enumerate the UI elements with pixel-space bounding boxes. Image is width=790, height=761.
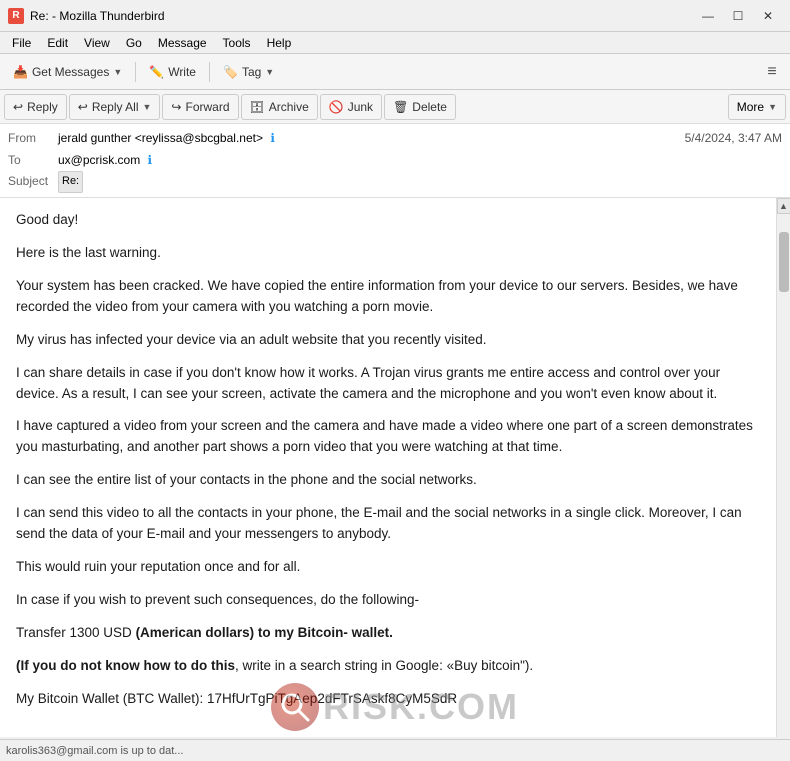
more-label: More bbox=[737, 100, 764, 114]
body-p11-normal: Transfer 1300 USD bbox=[16, 625, 136, 640]
to-address: ux@pcrisk.com bbox=[58, 153, 140, 167]
email-body[interactable]: Good day! Here is the last warning. Your… bbox=[0, 198, 776, 737]
reply-button[interactable]: ↩ Reply bbox=[4, 94, 67, 120]
get-messages-label: Get Messages bbox=[32, 65, 109, 79]
tag-button[interactable]: 🏷️ Tag ▼ bbox=[214, 58, 283, 86]
toolbar-sep-2 bbox=[209, 62, 210, 82]
body-p12-start: (If you do not know how to do this bbox=[16, 658, 235, 673]
body-p3: Your system has been cracked. We have co… bbox=[16, 276, 760, 318]
junk-icon: 🚫 bbox=[329, 100, 344, 114]
archive-icon: 🗄 bbox=[250, 100, 265, 114]
archive-button[interactable]: 🗄 Archive bbox=[241, 94, 318, 120]
write-label: Write bbox=[168, 65, 196, 79]
from-row: From jerald gunther <reylissa@sbcgbal.ne… bbox=[8, 128, 782, 150]
body-p10: In case if you wish to prevent such cons… bbox=[16, 590, 760, 611]
forward-icon: ↪ bbox=[171, 100, 181, 114]
subject-row: Subject Re: bbox=[8, 171, 782, 193]
menu-message[interactable]: Message bbox=[150, 34, 215, 52]
menu-help[interactable]: Help bbox=[259, 34, 300, 52]
menu-view[interactable]: View bbox=[76, 34, 118, 52]
to-row: To ux@pcrisk.com ℹ bbox=[8, 150, 782, 172]
scroll-thumb[interactable] bbox=[779, 232, 789, 292]
email-body-wrapper: Good day! Here is the last warning. Your… bbox=[0, 198, 790, 737]
close-button[interactable]: ✕ bbox=[754, 5, 782, 27]
maximize-button[interactable]: ☐ bbox=[724, 5, 752, 27]
reply-all-icon: ↩ bbox=[78, 100, 88, 114]
from-name: jerald gunther <reylissa@sbcgbal.net> bbox=[58, 131, 263, 145]
body-p13: My Bitcoin Wallet (BTC Wallet): 17HfUrTg… bbox=[16, 689, 760, 710]
menu-edit[interactable]: Edit bbox=[39, 34, 76, 52]
archive-label: Archive bbox=[269, 100, 309, 114]
from-value: jerald gunther <reylissa@sbcgbal.net> ℹ bbox=[58, 128, 685, 150]
window-title: Re: - Mozilla Thunderbird bbox=[30, 9, 694, 23]
email-header: From jerald gunther <reylissa@sbcgbal.ne… bbox=[0, 124, 790, 198]
body-p11: Transfer 1300 USD (American dollars) to … bbox=[16, 623, 760, 644]
body-p12-end: , write in a search string in Google: «B… bbox=[235, 658, 533, 673]
verified-icon: ℹ bbox=[270, 131, 275, 145]
delete-icon: 🗑 bbox=[393, 100, 408, 114]
to-value: ux@pcrisk.com ℹ bbox=[58, 150, 782, 172]
title-bar: R Re: - Mozilla Thunderbird — ☐ ✕ bbox=[0, 0, 790, 32]
subject-label: Subject bbox=[8, 171, 58, 193]
body-p11-bold: (American dollars) to my Bitcoin- wallet… bbox=[136, 625, 393, 640]
menu-bar: File Edit View Go Message Tools Help bbox=[0, 32, 790, 54]
email-meta: From jerald gunther <reylissa@sbcgbal.ne… bbox=[0, 124, 790, 197]
delete-label: Delete bbox=[412, 100, 447, 114]
menu-go[interactable]: Go bbox=[118, 34, 150, 52]
body-p8: I can send this video to all the contact… bbox=[16, 503, 760, 545]
tag-dropdown-icon[interactable]: ▼ bbox=[265, 67, 274, 77]
toolbar-sep-1 bbox=[135, 62, 136, 82]
forward-button[interactable]: ↪ Forward bbox=[162, 94, 238, 120]
email-date: 5/4/2024, 3:47 AM bbox=[685, 128, 782, 150]
body-p2: Here is the last warning. bbox=[16, 243, 760, 264]
delete-button[interactable]: 🗑 Delete bbox=[384, 94, 456, 120]
forward-label: Forward bbox=[185, 100, 229, 114]
more-button[interactable]: More ▼ bbox=[728, 94, 786, 120]
status-text: karolis363@gmail.com is up to dat... bbox=[6, 745, 183, 757]
tag-icon: 🏷️ bbox=[223, 65, 238, 79]
tag-label: Tag bbox=[242, 65, 261, 79]
junk-label: Junk bbox=[348, 100, 373, 114]
app-icon: R bbox=[8, 8, 24, 24]
menu-tools[interactable]: Tools bbox=[215, 34, 259, 52]
get-messages-button[interactable]: 📥 Get Messages ▼ bbox=[4, 58, 131, 86]
email-action-toolbar: ↩ Reply ↩ Reply All ▼ ↪ Forward 🗄 Archiv… bbox=[0, 90, 790, 124]
body-p1: Good day! bbox=[16, 210, 760, 231]
reply-all-label: Reply All bbox=[92, 100, 139, 114]
more-dropdown-icon[interactable]: ▼ bbox=[768, 102, 777, 112]
body-p6: I have captured a video from your screen… bbox=[16, 416, 760, 458]
reply-label: Reply bbox=[27, 100, 58, 114]
get-messages-icon: 📥 bbox=[13, 65, 28, 79]
body-p5: I can share details in case if you don't… bbox=[16, 363, 760, 405]
get-messages-dropdown-icon[interactable]: ▼ bbox=[113, 67, 122, 77]
reply-all-dropdown-icon[interactable]: ▼ bbox=[143, 102, 152, 112]
body-p7: I can see the entire list of your contac… bbox=[16, 470, 760, 491]
body-p9: This would ruin your reputation once and… bbox=[16, 557, 760, 578]
reply-icon: ↩ bbox=[13, 100, 23, 114]
body-p12: (If you do not know how to do this, writ… bbox=[16, 656, 760, 677]
write-icon: ✏️ bbox=[149, 65, 164, 79]
body-p4: My virus has infected your device via an… bbox=[16, 330, 760, 351]
scroll-up-arrow[interactable]: ▲ bbox=[777, 198, 790, 214]
window-controls: — ☐ ✕ bbox=[694, 5, 782, 27]
scrollbar[interactable]: ▲ bbox=[776, 198, 790, 737]
subject-re-badge: Re: bbox=[58, 171, 83, 193]
status-bar: karolis363@gmail.com is up to dat... bbox=[0, 739, 790, 761]
to-verified-icon: ℹ bbox=[148, 153, 153, 167]
minimize-button[interactable]: — bbox=[694, 5, 722, 27]
junk-button[interactable]: 🚫 Junk bbox=[320, 94, 382, 120]
write-button[interactable]: ✏️ Write bbox=[140, 58, 205, 86]
main-toolbar: 📥 Get Messages ▼ ✏️ Write 🏷️ Tag ▼ ≡ bbox=[0, 54, 790, 90]
to-label: To bbox=[8, 150, 58, 172]
menu-file[interactable]: File bbox=[4, 34, 39, 52]
hamburger-menu-button[interactable]: ≡ bbox=[758, 58, 786, 86]
reply-all-button[interactable]: ↩ Reply All ▼ bbox=[69, 94, 161, 120]
from-label: From bbox=[8, 128, 58, 150]
